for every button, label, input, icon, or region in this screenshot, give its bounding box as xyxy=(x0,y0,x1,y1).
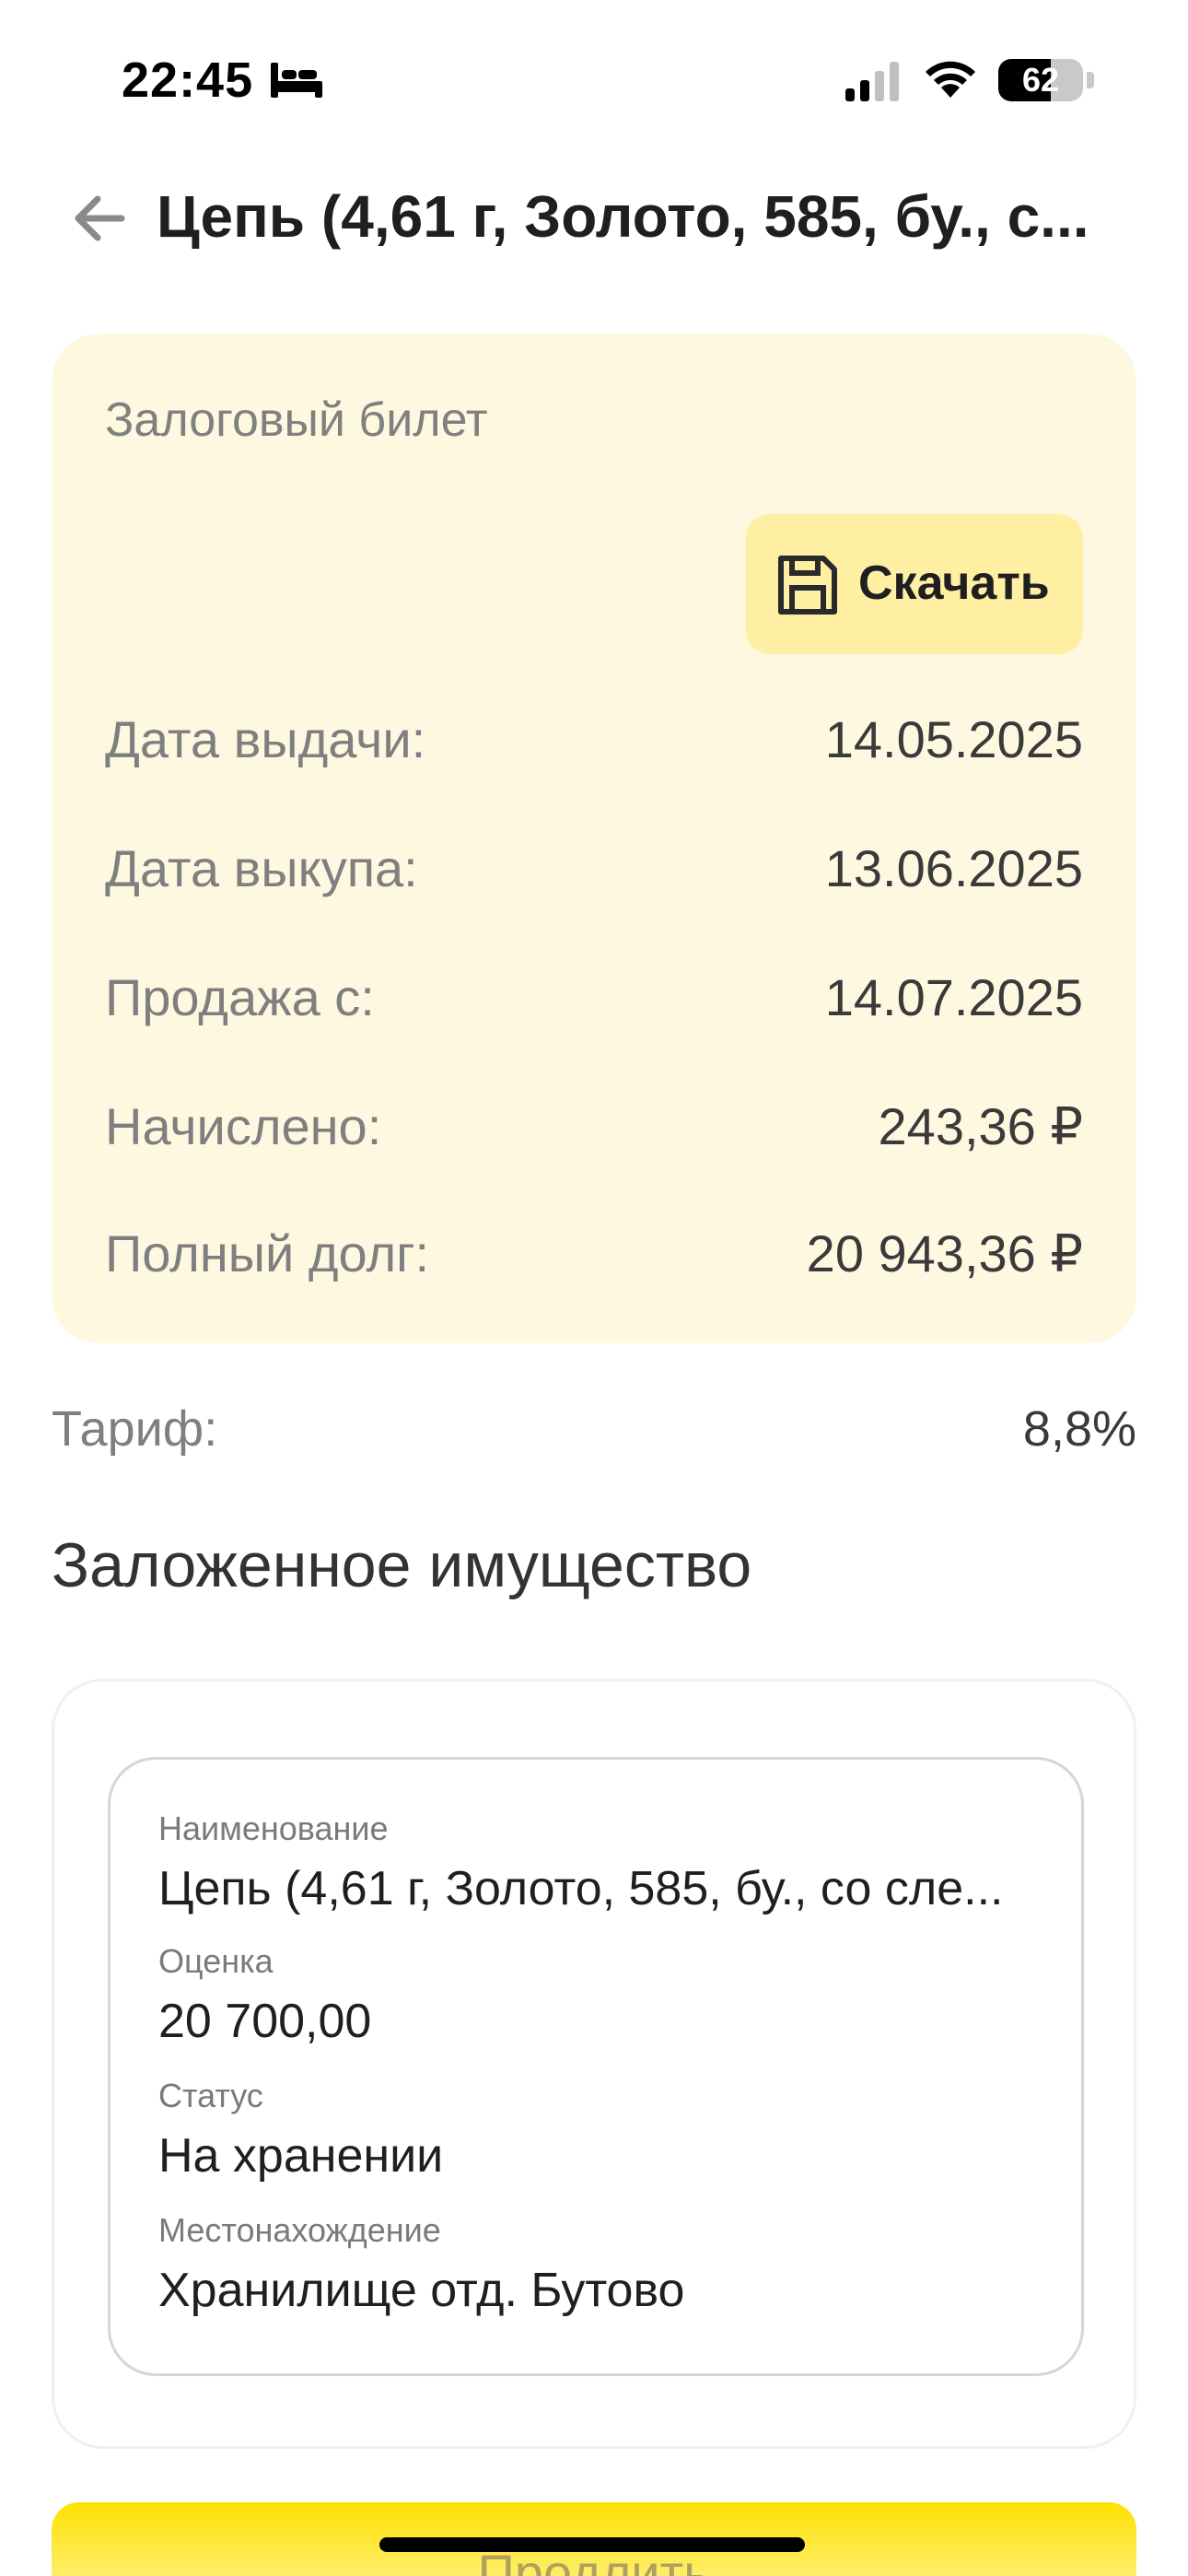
info-value: 20 943,36 ₽ xyxy=(806,1224,1083,1282)
battery-icon: 62 xyxy=(998,59,1083,101)
tariff-value: 8,8% xyxy=(1022,1401,1136,1457)
pledged-item-card[interactable]: Наименование Цепь (4,61 г, Золото, 585, … xyxy=(108,1757,1084,2376)
info-label: Дата выдачи: xyxy=(105,710,426,768)
wifi-icon xyxy=(926,61,975,98)
battery-level: 62 xyxy=(1021,61,1060,99)
property-card: Наименование Цепь (4,61 г, Золото, 585, … xyxy=(52,1679,1136,2449)
sleep-mode-icon xyxy=(271,63,322,98)
item-name-value: Цепь (4,61 г, Золото, 585, бу., со сле..… xyxy=(158,1862,1004,1915)
info-value: 14.05.2025 xyxy=(824,710,1083,768)
info-label: Начислено: xyxy=(105,1097,382,1155)
cellular-signal-icon xyxy=(845,62,899,101)
tariff-label: Тариф: xyxy=(52,1401,218,1457)
total-debt-row: Полный долг: 20 943,36 ₽ xyxy=(105,1224,1083,1288)
status-time: 22:45 xyxy=(122,53,254,108)
back-arrow-icon[interactable] xyxy=(66,186,131,251)
sale-date-row: Продажа с: 14.07.2025 xyxy=(105,967,1083,1032)
header: Цепь (4,61 г, Золото, 585, бу., с... xyxy=(0,166,1188,267)
appraisal-value: 20 700,00 xyxy=(158,1995,372,2048)
status-bar: 22:45 62 xyxy=(0,0,1188,157)
info-value: 14.07.2025 xyxy=(824,968,1083,1026)
ticket-title: Залоговый билет xyxy=(105,393,488,447)
info-label: Продажа с: xyxy=(105,968,375,1026)
save-icon xyxy=(778,556,837,615)
tariff-row: Тариф: 8,8% xyxy=(52,1400,1136,1465)
battery-cap xyxy=(1087,72,1094,88)
download-button[interactable]: Скачать xyxy=(746,514,1083,654)
info-value: 243,36 ₽ xyxy=(878,1097,1083,1155)
download-label: Скачать xyxy=(858,556,1050,610)
location-value: Хранилище отд. Бутово xyxy=(158,2264,685,2317)
home-indicator[interactable] xyxy=(379,2537,805,2552)
redemption-date-row: Дата выкупа: 13.06.2025 xyxy=(105,838,1083,903)
section-title: Заложенное имущество xyxy=(52,1530,752,1600)
field-label: Статус xyxy=(158,2077,263,2114)
issue-date-row: Дата выдачи: 14.05.2025 xyxy=(105,709,1083,774)
pawn-ticket-card: Залоговый билет Скачать Дата выдачи: 14.… xyxy=(52,334,1136,1343)
field-label: Оценка xyxy=(158,1942,274,1980)
page-title: Цепь (4,61 г, Золото, 585, бу., с... xyxy=(157,183,1089,250)
info-label: Дата выкупа: xyxy=(105,839,418,897)
status-value: На хранении xyxy=(158,2129,444,2183)
info-label: Полный долг: xyxy=(105,1224,430,1282)
field-label: Наименование xyxy=(158,1809,389,1847)
field-label: Местонахождение xyxy=(158,2211,441,2249)
accrued-row: Начислено: 243,36 ₽ xyxy=(105,1096,1083,1161)
info-value: 13.06.2025 xyxy=(824,839,1083,897)
